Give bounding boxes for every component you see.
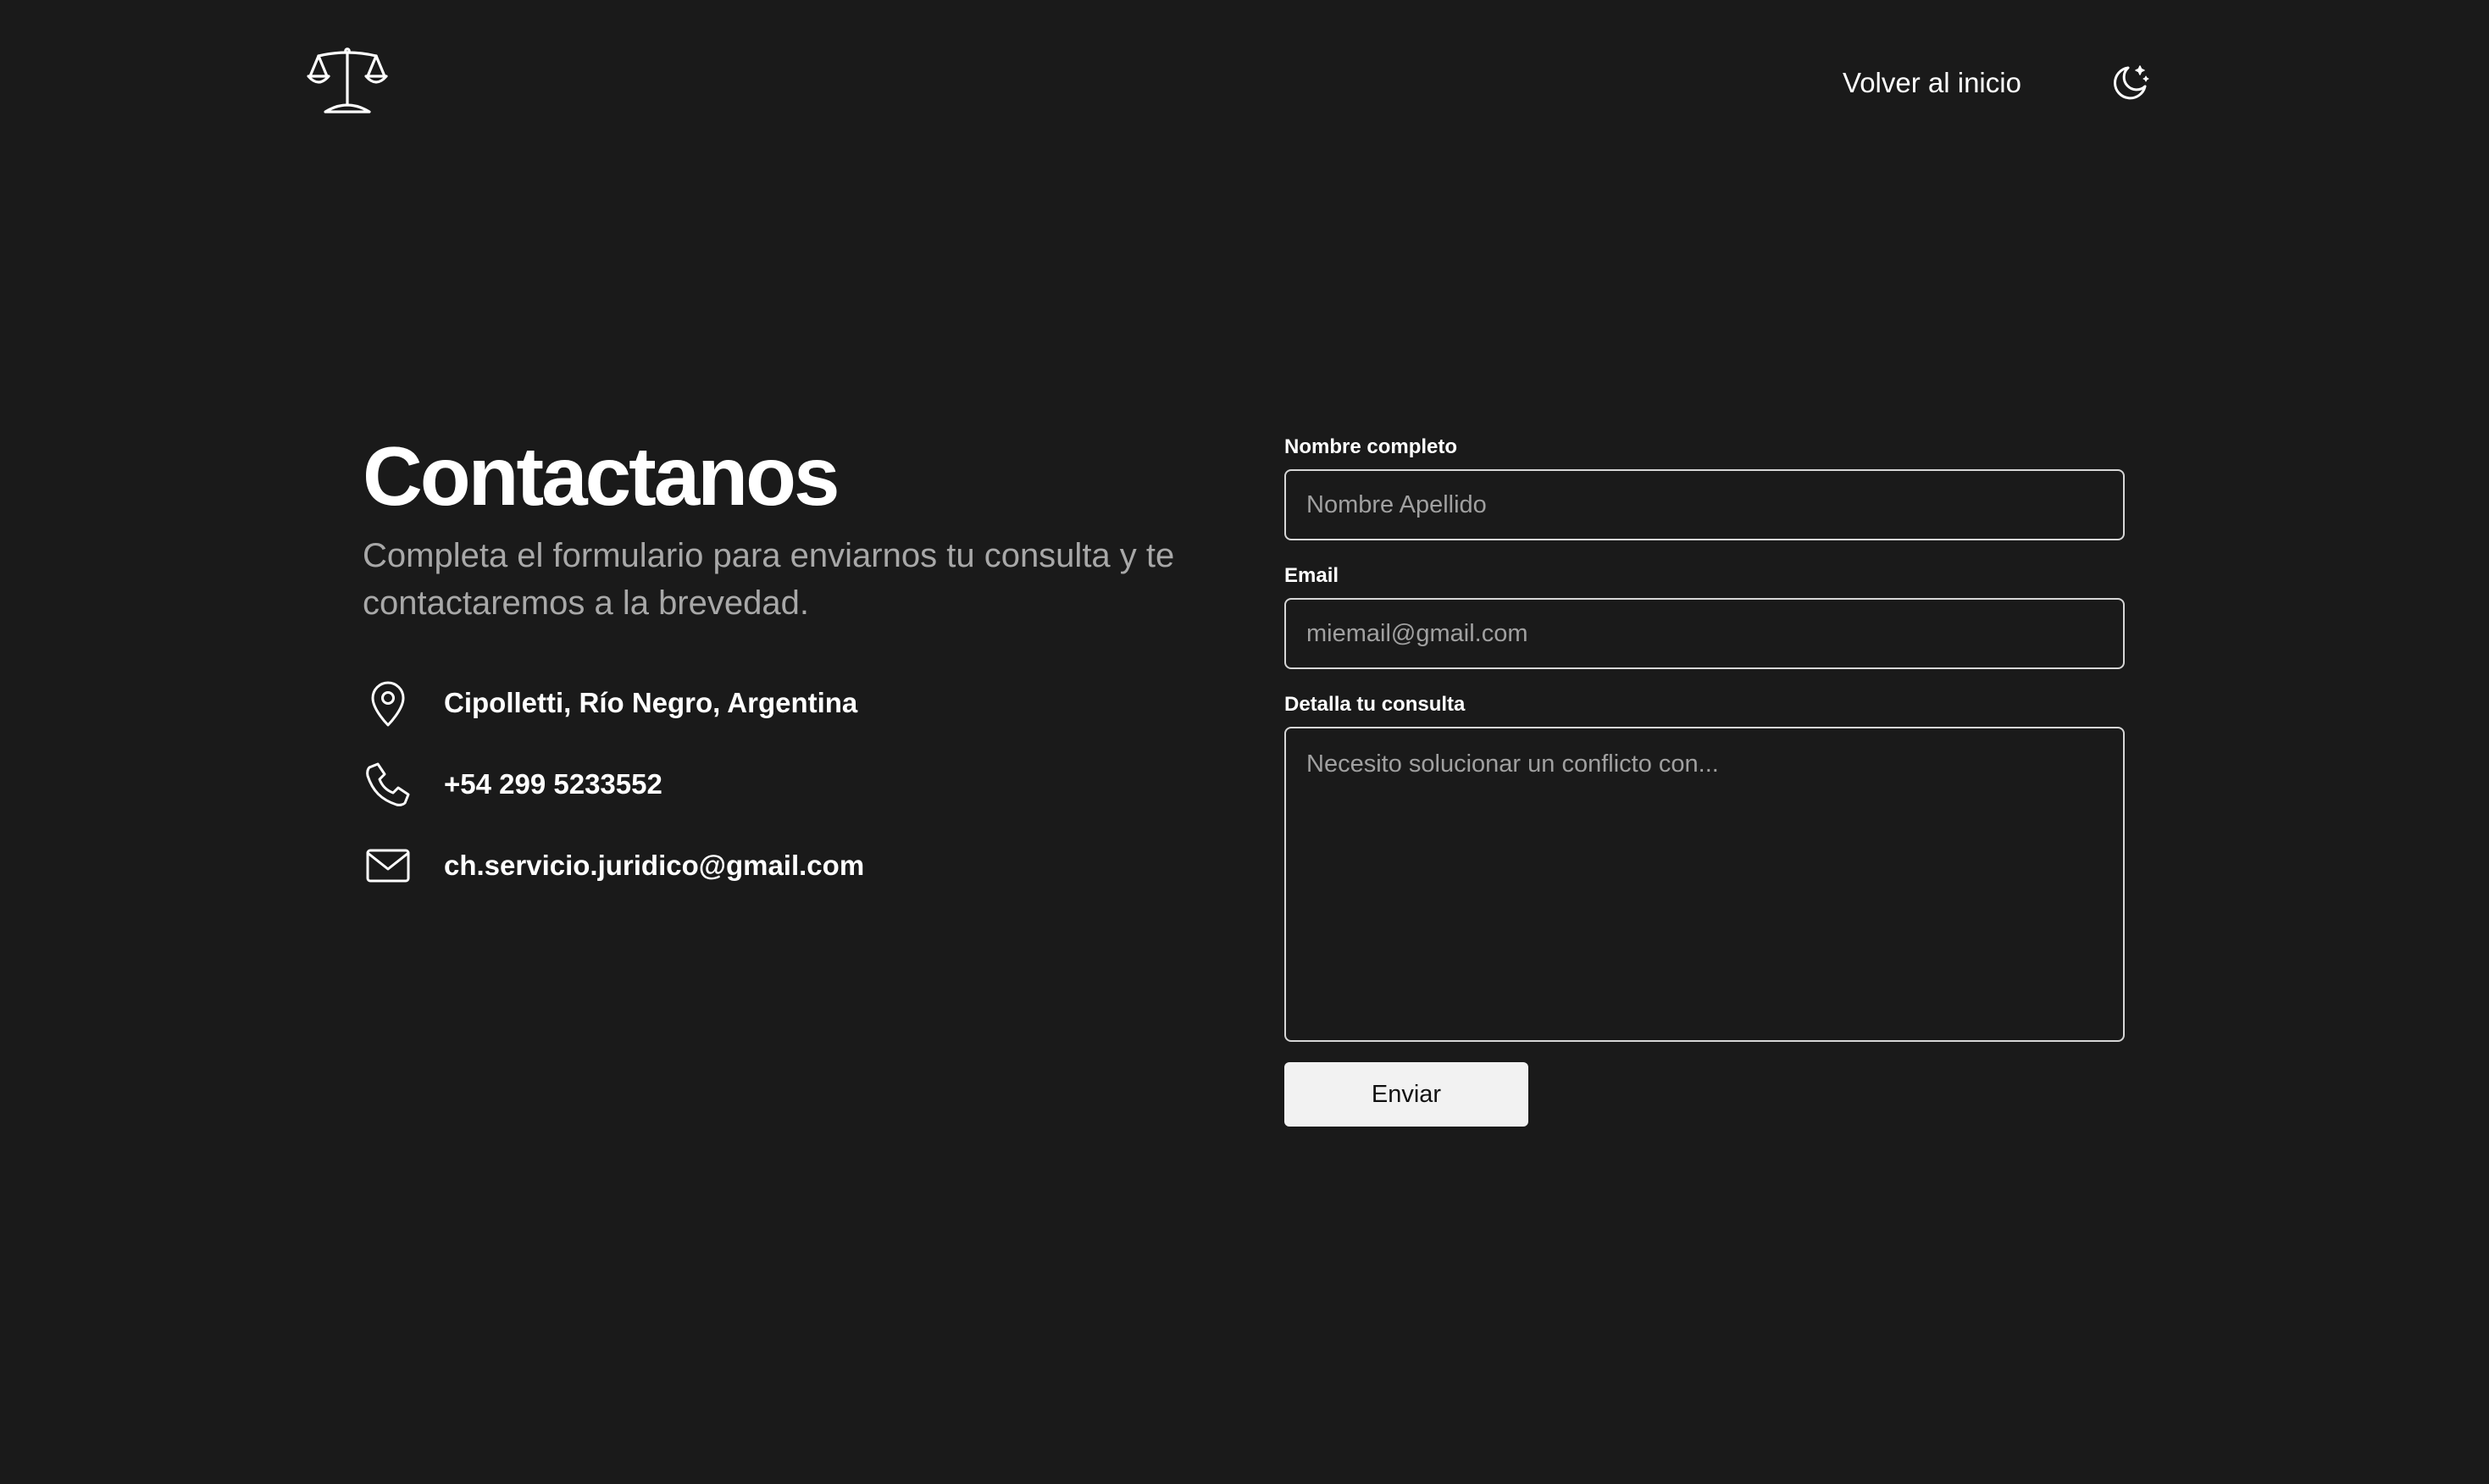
contact-form: Nombre completo Email Detalla tu consult… [1284,432,2125,1127]
contact-email-text: ch.servicio.juridico@gmail.com [444,850,865,881]
message-textarea[interactable] [1284,727,2125,1042]
message-field-group: Detalla tu consulta [1284,689,2125,1042]
site-logo[interactable] [307,46,388,117]
email-input[interactable] [1284,598,2125,669]
email-field-group: Email [1284,561,2125,669]
contact-info-list: Cipolletti, Río Negro, Argentina +54 299… [363,678,1210,922]
home-link[interactable]: Volver al inicio [1843,61,2021,105]
message-label: Detalla tu consulta [1284,693,1466,716]
intro-section: Contactanos Completa el formulario para … [363,424,1210,627]
contact-item-email: ch.servicio.juridico@gmail.com [363,840,1210,891]
page-subtitle: Completa el formulario para enviarnos tu… [363,537,1175,622]
submit-button[interactable]: Enviar [1284,1062,1528,1127]
contact-item-phone: +54 299 5233552 [363,759,1210,810]
contact-address-text: Cipolletti, Río Negro, Argentina [444,687,858,718]
contact-phone-text: +54 299 5233552 [444,768,662,800]
page-title: Contactanos [363,429,840,523]
email-label: Email [1284,564,1339,587]
map-pin-icon [363,678,413,728]
scales-of-justice-icon [307,47,388,114]
name-input[interactable] [1284,469,2125,540]
name-field-group: Nombre completo [1284,432,2125,540]
name-label: Nombre completo [1284,435,1458,458]
contact-item-address: Cipolletti, Río Negro, Argentina [363,678,1210,728]
phone-icon [363,759,413,810]
mail-icon [363,840,413,891]
moon-star-icon [2114,65,2149,100]
site-header: Volver al inicio [0,0,2489,161]
theme-toggle-button[interactable] [2109,63,2150,103]
contact-page: Volver al inicio Contactanos Completa el… [0,0,2489,1484]
